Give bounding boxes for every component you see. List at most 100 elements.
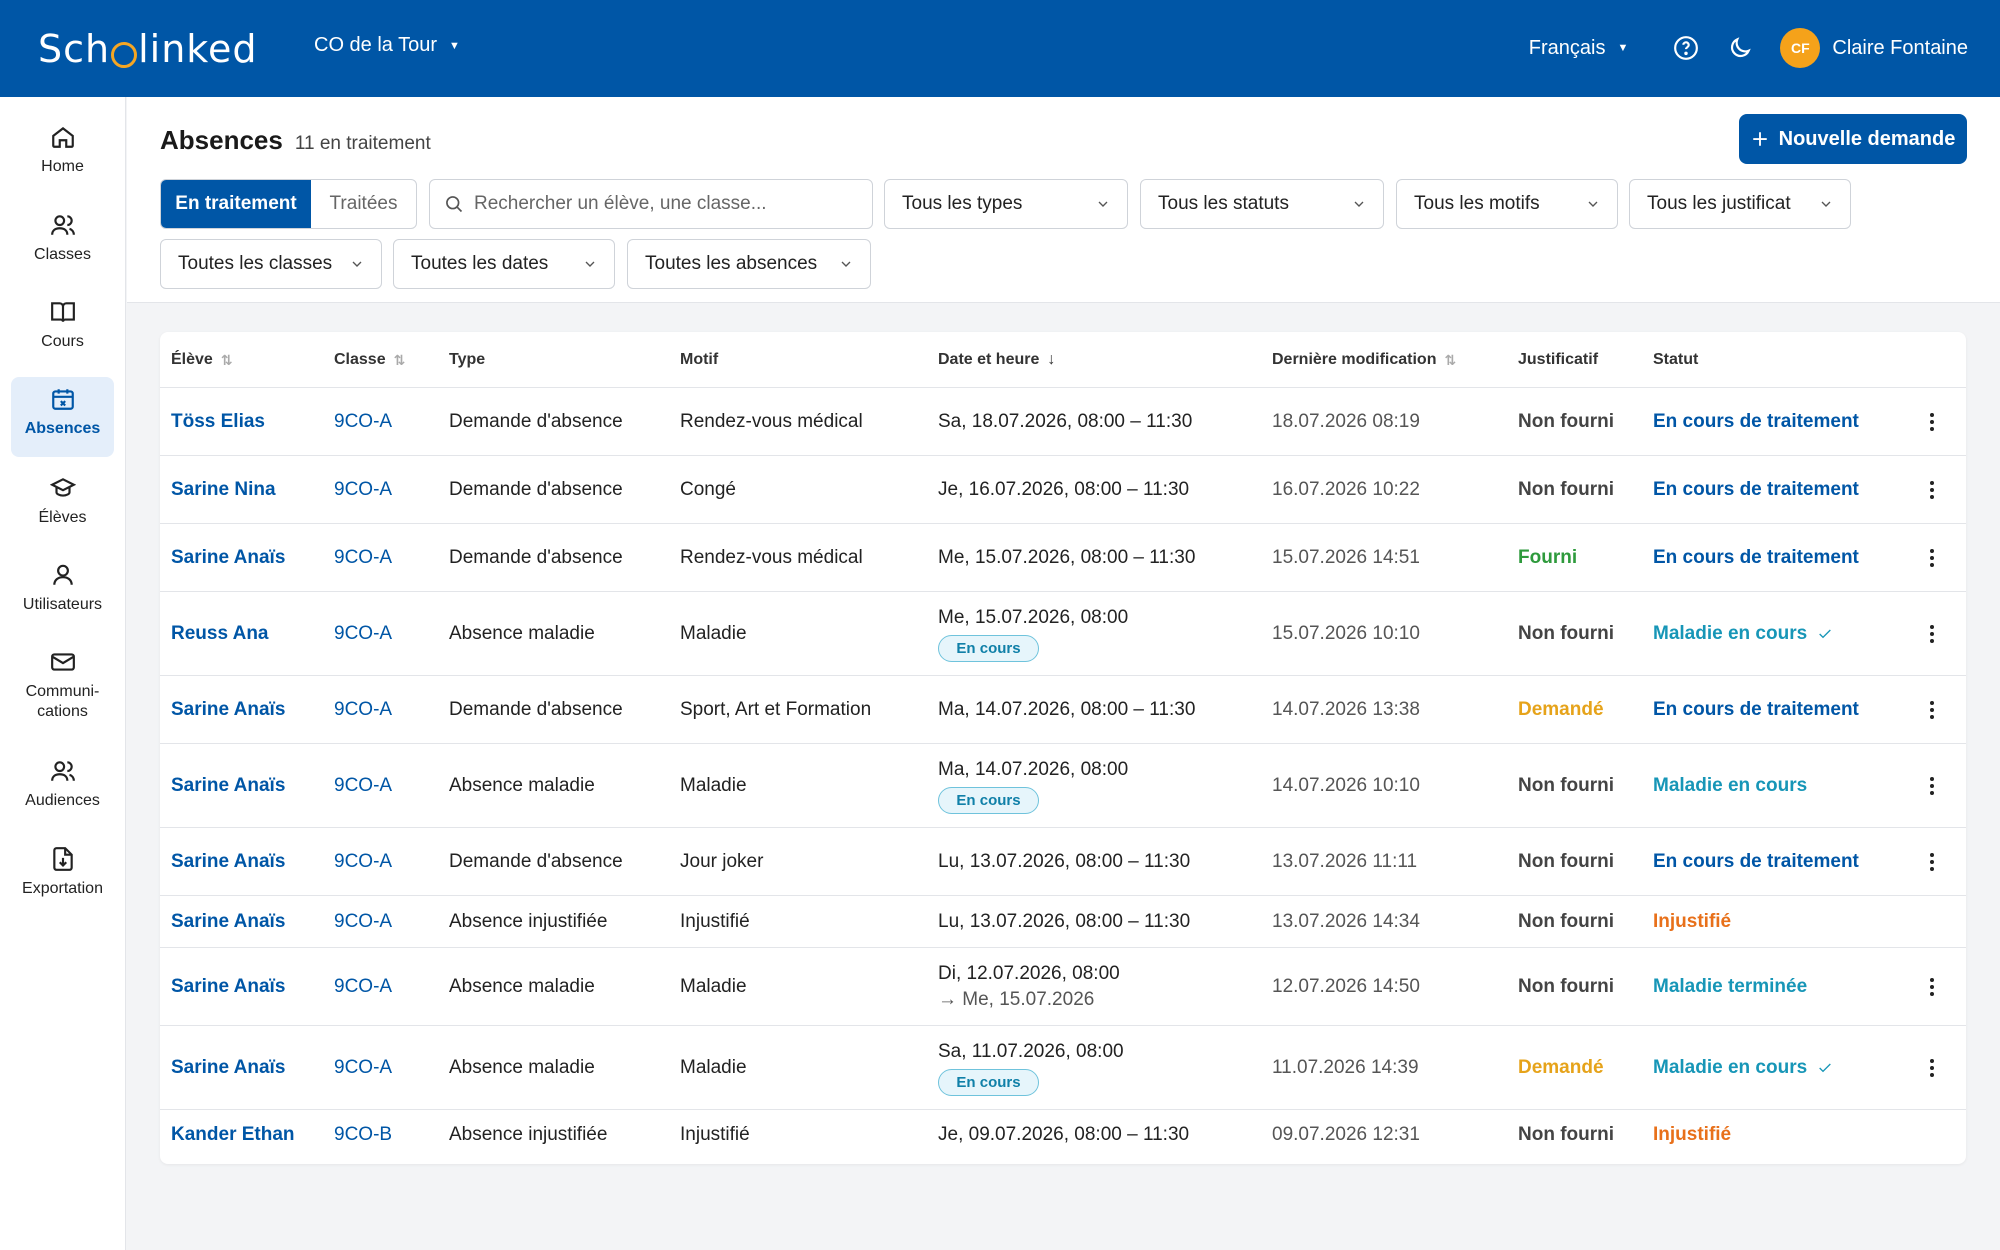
filter-dates[interactable]: Toutes les dates: [393, 239, 615, 289]
sidebar-item-communications[interactable]: Communi- cations: [11, 648, 114, 740]
column-classe[interactable]: Classe ⇅: [334, 351, 405, 369]
table-row[interactable]: Sarine Anaïs 9CO-A Absence maladie Maladie S…: [160, 1026, 1966, 1110]
more-options-icon[interactable]: [1922, 828, 1942, 895]
new-request-button[interactable]: Nouvelle demande: [1739, 114, 1967, 164]
filter-absences[interactable]: Toutes les absences: [627, 239, 871, 289]
absence-date: Ma, 14.07.2026, 08:00 En cours: [938, 744, 1128, 827]
more-options-icon[interactable]: [1922, 1026, 1942, 1109]
sidebar-item-audiences[interactable]: Audiences: [11, 757, 114, 829]
table-row[interactable]: Sarine Anaïs 9CO-A Demande d'absence Rendez…: [160, 524, 1966, 592]
avatar[interactable]: CF: [1780, 28, 1821, 68]
table-row[interactable]: Töss Elias 9CO-A Demande d'absence Rendez-v…: [160, 388, 1966, 456]
filter-justificatifs[interactable]: Tous les justificat: [1629, 179, 1851, 229]
help-icon[interactable]: [1672, 34, 1700, 62]
tab-traitees[interactable]: Traitées: [311, 180, 416, 228]
language-selector[interactable]: Français ▼: [1529, 37, 1629, 60]
column-modification[interactable]: Dernière modification ⇅: [1272, 351, 1456, 369]
sidebar-item-classes[interactable]: Classes: [11, 211, 114, 283]
filter-justificatifs-label: Tous les justificat: [1647, 193, 1791, 214]
class-link[interactable]: 9CO-A: [334, 1026, 392, 1109]
more-options-icon[interactable]: [1922, 744, 1942, 827]
sidebar-item-home[interactable]: Home: [11, 123, 114, 195]
status-badge: En cours de traitement: [1653, 524, 1859, 591]
sidebar-item-absences[interactable]: Absences: [11, 377, 114, 457]
home-icon: [49, 123, 77, 151]
absence-type: Demande d'absence: [449, 410, 623, 432]
user-name[interactable]: Claire Fontaine: [1832, 37, 1968, 60]
table-row[interactable]: Sarine Anaïs 9CO-A Absence maladie Maladie D…: [160, 948, 1966, 1026]
filter-motifs-label: Tous les motifs: [1414, 193, 1540, 214]
more-options-icon[interactable]: [1922, 388, 1942, 455]
student-link[interactable]: Sarine Nina: [171, 456, 276, 523]
date-text: Je, 09.07.2026, 08:00 – 11:30: [938, 1124, 1190, 1145]
tab-en-traitement[interactable]: En traitement: [161, 180, 311, 228]
table-row[interactable]: Sarine Anaïs 9CO-A Absence injustifiée Inju…: [160, 896, 1966, 948]
filter-classes-label: Toutes les classes: [178, 253, 333, 274]
sidebar-item-eleves[interactable]: Élèves: [11, 474, 114, 546]
class-link[interactable]: 9CO-A: [334, 388, 392, 455]
search-box[interactable]: [429, 179, 873, 229]
class-link[interactable]: 9CO-A: [334, 948, 392, 1025]
absence-date: Me, 15.07.2026, 08:00 – 11:30: [938, 524, 1195, 591]
student-link[interactable]: Sarine Anaïs: [171, 828, 285, 895]
dark-mode-icon[interactable]: [1726, 34, 1754, 62]
filter-motifs[interactable]: Tous les motifs: [1396, 179, 1618, 229]
student-link[interactable]: Reuss Ana: [171, 592, 269, 675]
student-link[interactable]: Töss Elias: [171, 388, 265, 455]
class-link[interactable]: 9CO-A: [334, 828, 392, 895]
sidebar-item-utilisateurs[interactable]: Utilisateurs: [11, 561, 114, 633]
student-link[interactable]: Sarine Anaïs: [171, 744, 285, 827]
filter-statuts-label: Tous les statuts: [1158, 193, 1289, 214]
justification-status: Demandé: [1518, 1056, 1604, 1078]
class-link[interactable]: 9CO-A: [334, 592, 392, 675]
last-modified: 15.07.2026 10:10: [1272, 622, 1420, 644]
export-icon: [49, 845, 77, 873]
column-label: Dernière modification: [1272, 351, 1437, 368]
class-link[interactable]: 9CO-B: [334, 1110, 392, 1160]
student-link[interactable]: Sarine Anaïs: [171, 948, 285, 1025]
student-link[interactable]: Sarine Anaïs: [171, 676, 285, 743]
table-row[interactable]: Sarine Anaïs 9CO-A Absence maladie Maladie M…: [160, 744, 1966, 828]
more-options-icon[interactable]: [1922, 948, 1942, 1025]
status-badge: En cours de traitement: [1653, 828, 1859, 895]
class-link[interactable]: 9CO-A: [334, 524, 392, 591]
school-selector[interactable]: CO de la Tour ▼: [314, 34, 460, 57]
table-row[interactable]: Sarine Anaïs 9CO-A Demande d'absence Jour j…: [160, 828, 1966, 896]
more-options-icon[interactable]: [1922, 592, 1942, 675]
arrow-down-icon: ↓: [1047, 351, 1056, 368]
filter-types[interactable]: Tous les types: [884, 179, 1128, 229]
chevron-down-icon: [1588, 201, 1598, 207]
more-options-icon[interactable]: [1922, 676, 1942, 743]
absence-type: Absence maladie: [449, 975, 595, 997]
search-input[interactable]: [474, 193, 854, 215]
table-row[interactable]: Sarine Anaïs 9CO-A Demande d'absence Sport,…: [160, 676, 1966, 744]
student-link[interactable]: Kander Ethan: [171, 1110, 295, 1160]
student-link[interactable]: Sarine Anaïs: [171, 524, 285, 591]
more-options-icon[interactable]: [1922, 456, 1942, 523]
absence-reason: Rendez-vous médical: [680, 410, 863, 432]
sidebar-item-cours[interactable]: Cours: [11, 298, 114, 370]
app-logo[interactable]: Sch linked: [38, 24, 257, 74]
table-row[interactable]: Reuss Ana 9CO-A Absence maladie Maladie Me, …: [160, 592, 1966, 676]
class-link[interactable]: 9CO-A: [334, 456, 392, 523]
filter-statuts[interactable]: Tous les statuts: [1140, 179, 1384, 229]
column-eleve[interactable]: Élève ⇅: [171, 351, 233, 369]
table-row[interactable]: Sarine Nina 9CO-A Demande d'absence Congé Je…: [160, 456, 1966, 524]
class-link[interactable]: 9CO-A: [334, 896, 392, 947]
table-row[interactable]: Kander Ethan 9CO-B Absence injustifiée Inju…: [160, 1110, 1966, 1160]
status-badge: Injustifié: [1653, 1110, 1731, 1160]
mail-icon: [49, 648, 77, 676]
logo-bubble-icon: [111, 42, 138, 68]
more-options-icon[interactable]: [1922, 524, 1942, 591]
student-link[interactable]: Sarine Anaïs: [171, 896, 285, 947]
date-text: Lu, 13.07.2026, 08:00 – 11:30: [938, 910, 1191, 932]
class-link[interactable]: 9CO-A: [334, 744, 392, 827]
sidebar-item-exportation[interactable]: Exportation: [11, 845, 114, 917]
column-date[interactable]: Date et heure ↓: [938, 351, 1055, 369]
date-text: Je, 16.07.2026, 08:00 – 11:30: [938, 478, 1190, 500]
student-link[interactable]: Sarine Anaïs: [171, 1026, 285, 1109]
filter-classes[interactable]: Toutes les classes: [160, 239, 382, 289]
class-link[interactable]: 9CO-A: [334, 676, 392, 743]
absence-reason: Injustifié: [680, 910, 750, 932]
date-text: Me, 15.07.2026, 08:00 – 11:30: [938, 546, 1196, 568]
